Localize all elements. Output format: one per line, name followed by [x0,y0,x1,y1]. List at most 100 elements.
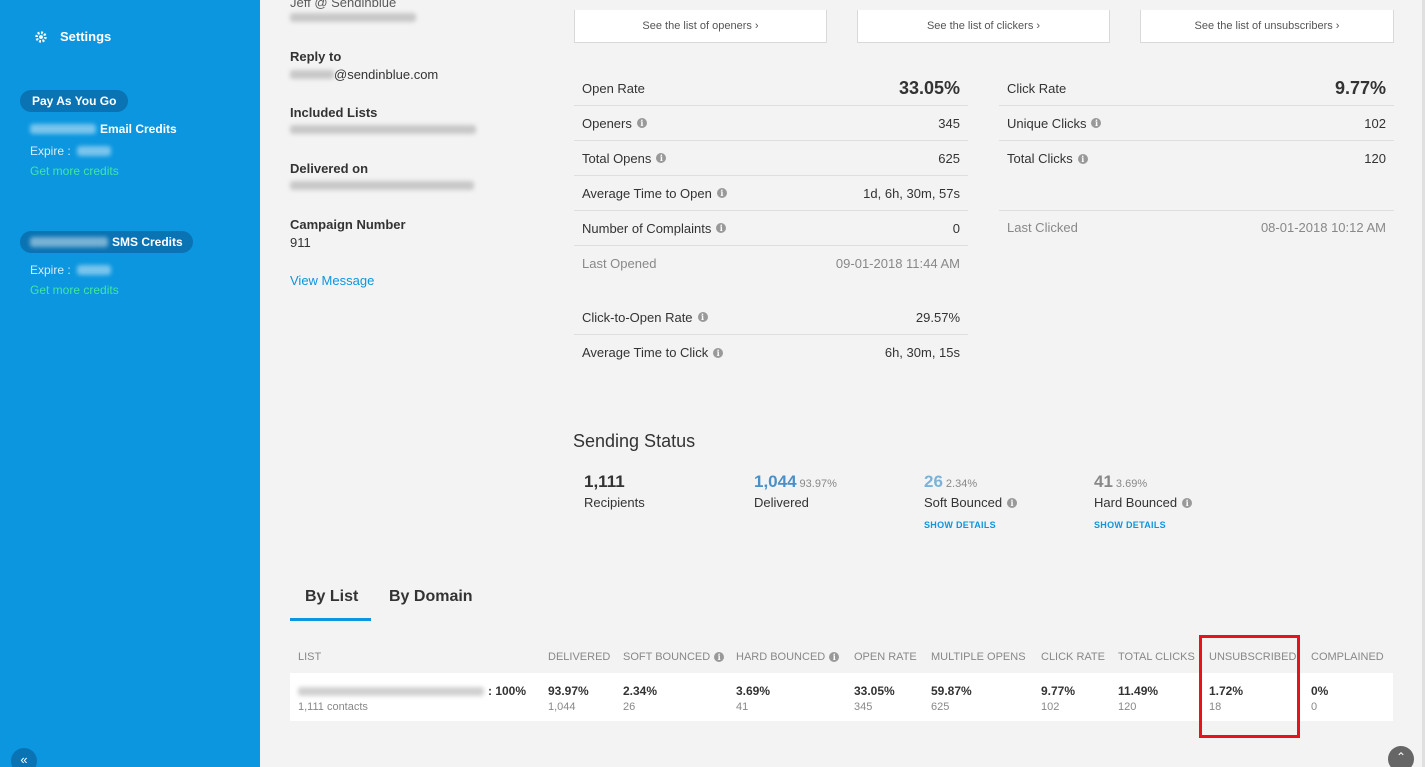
col-header-soft-bounced-label: SOFT BOUNCED [623,651,711,663]
avg-time-open-row: Average Time to Open i 1d, 6h, 30m, 57s [574,176,968,211]
col-header-delivered: DELIVERED [548,651,611,663]
reply-to-value: @sendinblue.com [290,67,438,82]
soft-bounced-num: 26 [924,472,943,491]
campaign-number-label: Campaign Number [290,217,406,232]
last-opened-value: 09-01-2018 11:44 AM [835,256,960,271]
soft-bounced-show-details-link[interactable]: SHOW DETAILS [924,520,1017,530]
col-header-complained: COMPLAINED [1311,651,1384,663]
info-icon: i [697,312,708,322]
open-rate-label: Open Rate [582,80,645,96]
soft-bounced-sub: 26 [623,701,636,713]
see-clickers-button[interactable]: See the list of clickers › [857,10,1110,43]
reply-to-domain: @sendinblue.com [334,67,439,82]
cto-value: 29.57% [915,309,960,325]
scroll-to-top-icon[interactable]: ⌃ [1388,746,1414,767]
openers-value: 345 [938,115,960,131]
sms-expire: Expire : [30,263,111,277]
tab-by-domain[interactable]: By Domain [389,588,473,606]
sending-status-title: Sending Status [573,431,696,451]
hard-bounced-stat: 41 3.69% Hard Bounced i SHOW DETAILS [1094,472,1193,530]
complaints-label: Number of Complaints [582,220,712,236]
info-icon: i [716,223,727,233]
gear-icon [35,30,47,43]
soft-bounced-cell: 2.34% [623,684,658,698]
delivered-on-value-blurred [290,181,474,190]
hard-bounced-num: 41 [1094,472,1113,491]
openers-label: Openers [582,115,632,131]
unique-clicks-label: Unique Clicks [1007,115,1087,131]
included-lists-value-blurred [290,125,476,134]
complaints-value: 0 [952,220,960,236]
open-rate-sub: 345 [854,701,873,713]
info-icon: i [1091,118,1102,128]
info-icon: i [656,153,667,163]
last-opened-row: Last Opened 09-01-2018 11:44 AM [574,246,968,281]
last-clicked-value: 08-01-2018 10:12 AM [1260,220,1386,235]
click-rate-label: Click Rate [1007,80,1067,96]
expire-label-sms: Expire : [30,263,71,277]
total-clicks-cell: 11.49% [1118,684,1159,698]
sms-credits-badge: SMS Credits [20,231,193,253]
get-more-credits-email-link[interactable]: Get more credits [30,164,119,178]
tab-by-list[interactable]: By List [305,588,358,606]
sms-credits-label: SMS Credits [112,235,183,249]
hard-bounced-show-details-link[interactable]: SHOW DETAILS [1094,520,1192,530]
unique-clicks-row: Unique Clicks i 102 [999,106,1394,141]
email-credits-label: Email Credits [100,122,177,136]
col-header-hard-bounced-label: HARD BOUNCED [736,651,826,663]
complained-cell: 0% [1311,684,1329,698]
see-unsubscribers-button[interactable]: See the list of unsubscribers › [1140,10,1394,43]
cto-label: Click-to-Open Rate [582,309,693,325]
unsubscribed-highlight-box [1199,635,1300,738]
last-clicked-row: Last Clicked 08-01-2018 10:12 AM [999,210,1394,245]
soft-bounced-label: Soft Bounced [924,495,1003,510]
plan-badge: Pay As You Go [20,90,129,112]
recipients-label: Recipients [584,495,645,510]
total-clicks-row: Total Clicks i 120 [999,141,1394,176]
open-rate-row: Open Rate 33.05% [574,71,968,106]
delivered-num: 1,044 [754,472,797,491]
avg-time-click-row: Average Time to Click i 6h, 30m, 15s [574,335,968,370]
soft-bounced-pct: 2.34% [945,478,978,490]
collapse-sidebar-icon[interactable]: « [11,748,37,767]
avg-time-open-value: 1d, 6h, 30m, 57s [863,185,960,201]
blurred-list-name [298,686,484,696]
see-openers-button[interactable]: See the list of openers › [574,10,827,43]
list-cell: : 100% [298,684,526,698]
complaints-row: Number of Complaints i 0 [574,211,968,246]
info-icon: i [716,188,727,198]
click-to-open-row: Click-to-Open Rate i 29.57% [574,300,968,335]
delivered-label: Delivered [754,495,809,510]
click-rate-value: 9.77% [1334,77,1386,98]
col-header-hard-bounced: HARD BOUNCED i [736,651,840,663]
open-rate-value: 33.05% [898,77,960,98]
settings-label: Settings [60,29,112,44]
total-opens-row: Total Opens i 625 [574,141,968,176]
last-opened-label: Last Opened [582,256,657,271]
reply-to-label: Reply to [290,49,342,64]
info-icon: i [636,118,647,128]
total-clicks-label: Total Clicks [1007,151,1073,166]
delivered-cell: 93.97% [548,684,589,698]
hard-bounced-pct: 3.69% [1115,478,1148,490]
unique-clicks-value: 102 [1364,115,1386,131]
get-more-credits-sms-link[interactable]: Get more credits [30,283,119,297]
open-rate-cell: 33.05% [854,684,895,698]
complained-sub: 0 [1311,701,1318,713]
col-header-total-clicks: TOTAL CLICKS [1118,651,1195,663]
view-message-link[interactable]: View Message [290,273,374,288]
total-clicks-sub: 120 [1118,701,1137,713]
delivered-sub: 1,044 [548,701,576,713]
recipients-num: 1,111 [584,472,625,491]
sender-name: Jeff @ Sendinblue [290,0,397,10]
blurred-sms-count [30,237,108,247]
info-icon: i [714,652,725,662]
active-tab-indicator [290,618,371,621]
recipients-stat: 1,111 Recipients [584,472,645,510]
col-header-click-rate: CLICK RATE [1041,651,1105,663]
click-rate-row: Click Rate 9.77% [999,71,1394,106]
multiple-opens-sub: 625 [931,701,950,713]
expire-label: Expire : [30,144,71,158]
delivered-on-label: Delivered on [290,161,369,176]
sidebar-item-settings[interactable]: Settings [34,29,111,44]
